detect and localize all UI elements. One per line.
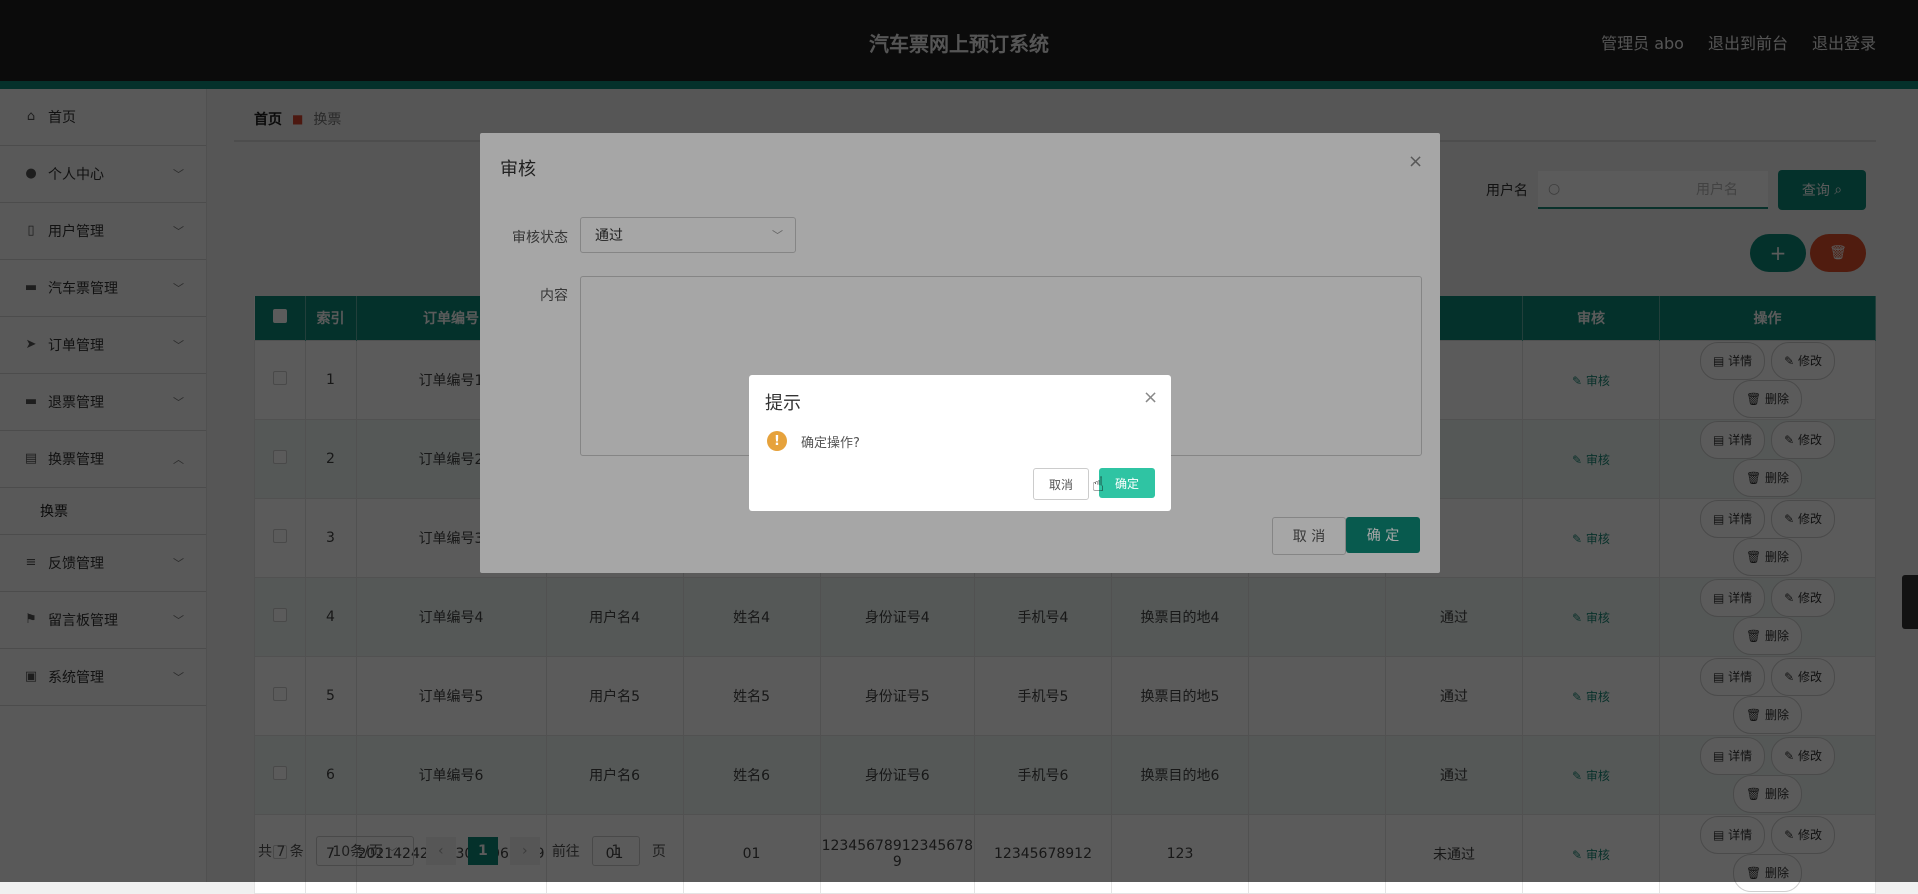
confirm-ok-button[interactable]: 确定: [1099, 468, 1155, 498]
confirm-message: 确定操作?: [801, 436, 860, 451]
close-icon[interactable]: ×: [1143, 387, 1158, 408]
confirm-cancel-button[interactable]: 取消: [1033, 468, 1089, 500]
confirm-dialog: 提示 × ! 确定操作? 取消 确定: [749, 375, 1171, 511]
hand-cursor-icon: ☝: [1092, 472, 1105, 496]
warning-icon: !: [767, 431, 787, 451]
confirm-title: 提示: [765, 393, 801, 414]
